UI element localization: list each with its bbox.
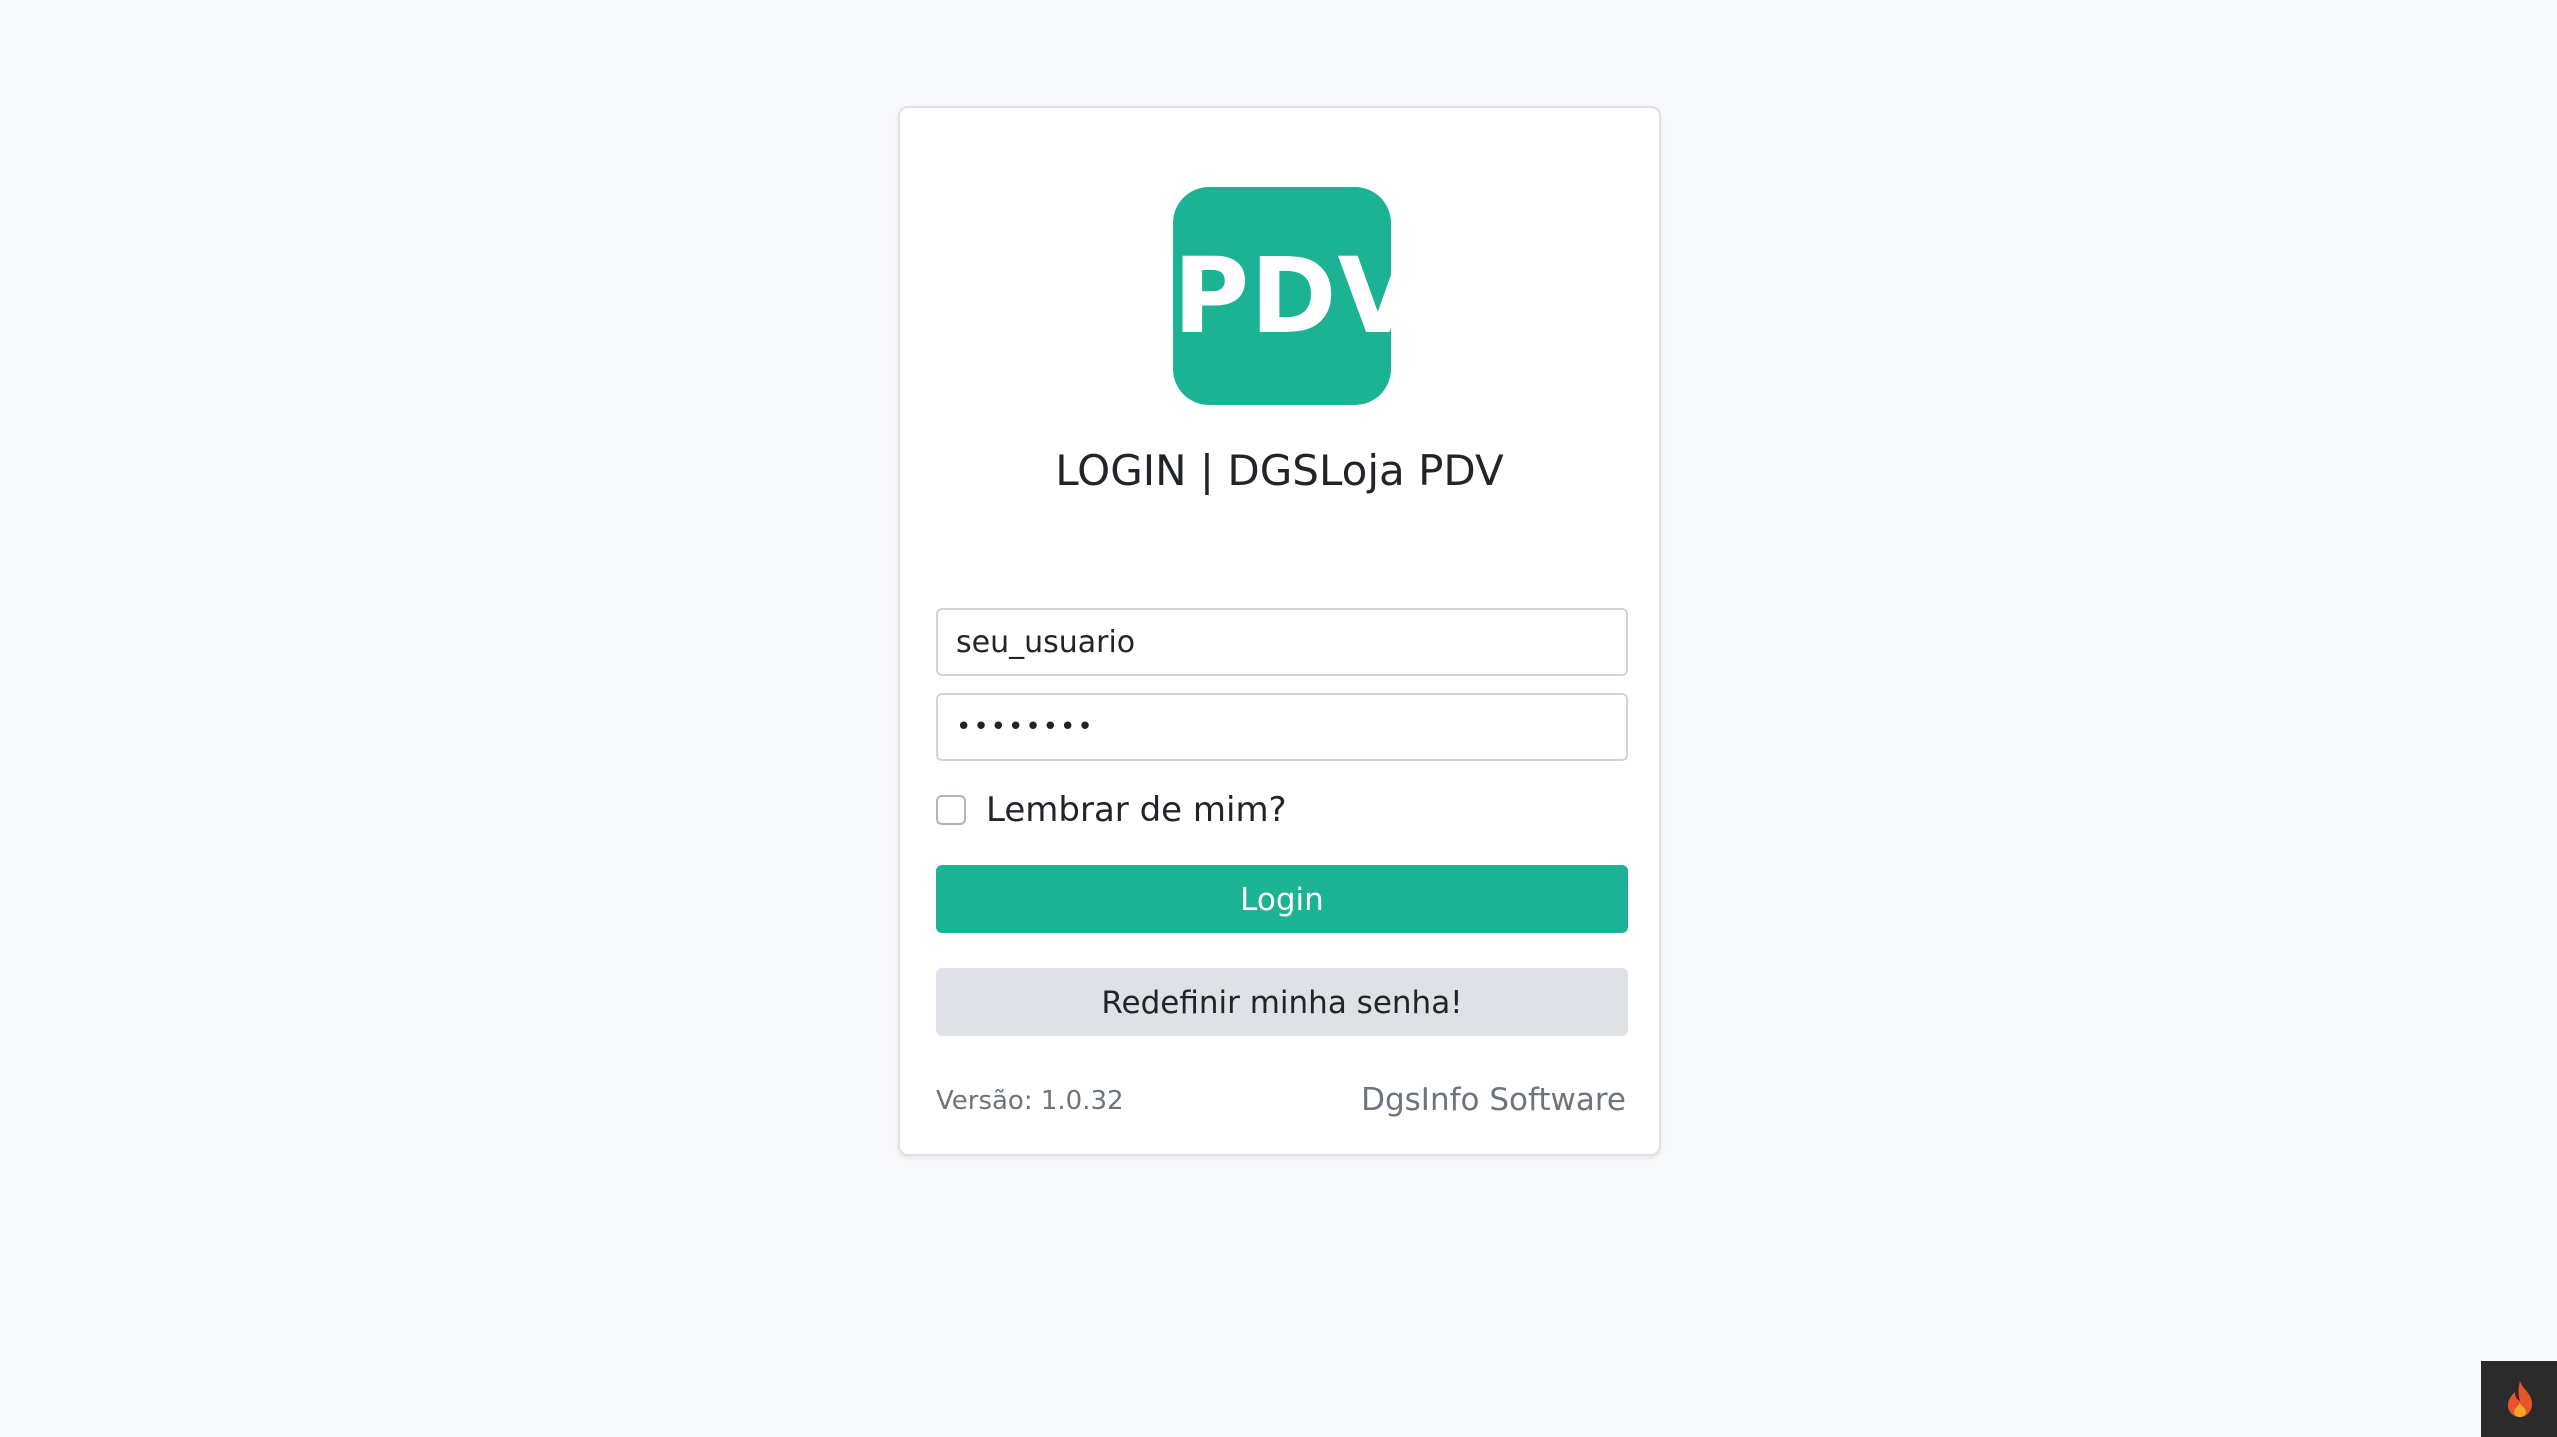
version-label: Versão: 1.0.32 bbox=[936, 1086, 1124, 1116]
password-input[interactable] bbox=[936, 693, 1628, 761]
remember-me-checkbox[interactable] bbox=[936, 795, 966, 825]
company-link[interactable]: DgsInfo Software bbox=[1361, 1082, 1626, 1118]
pdv-logo: PDV bbox=[1173, 187, 1418, 405]
login-card: PDV LOGIN | DGSLoja PDV Lembrar de mim? … bbox=[898, 106, 1661, 1156]
login-button[interactable]: Login bbox=[936, 865, 1628, 933]
page-title: LOGIN | DGSLoja PDV bbox=[1055, 446, 1504, 495]
username-input[interactable] bbox=[936, 608, 1628, 676]
remember-me-label[interactable]: Lembrar de mim? bbox=[986, 790, 1287, 830]
flame-icon bbox=[2508, 1381, 2532, 1417]
reset-password-button[interactable]: Redefinir minha senha! bbox=[936, 968, 1628, 1036]
debug-toolbar-button[interactable] bbox=[2481, 1361, 2557, 1437]
remember-me-row[interactable]: Lembrar de mim? bbox=[936, 782, 1287, 838]
